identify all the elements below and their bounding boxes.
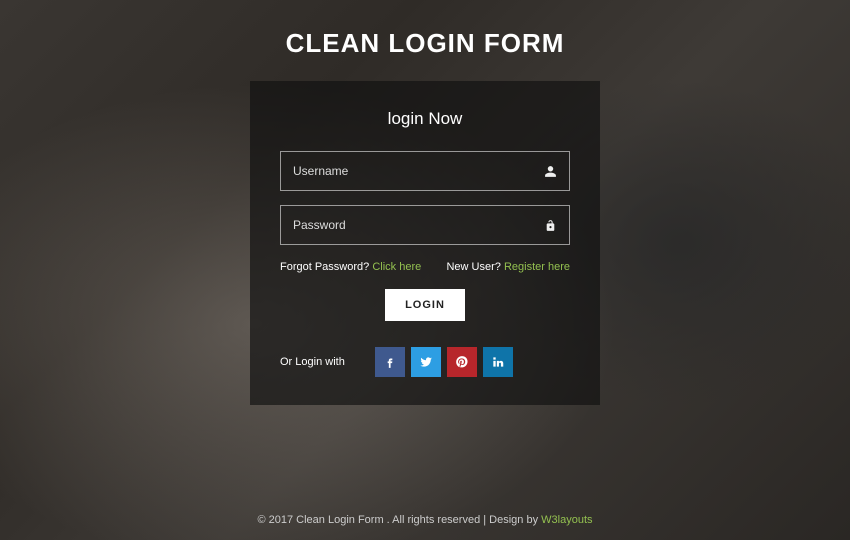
username-input[interactable] xyxy=(293,164,544,178)
user-icon xyxy=(544,165,557,178)
facebook-button[interactable] xyxy=(375,347,405,377)
twitter-icon xyxy=(419,355,433,369)
forgot-password-link[interactable]: Click here xyxy=(372,261,421,273)
social-label: Or Login with xyxy=(280,356,345,368)
username-field-wrapper xyxy=(280,151,570,191)
forgot-password-text: Forgot Password? Click here xyxy=(280,261,421,273)
register-link[interactable]: Register here xyxy=(504,261,570,273)
footer: © 2017 Clean Login Form . All rights res… xyxy=(0,514,850,526)
footer-text: © 2017 Clean Login Form . All rights res… xyxy=(257,514,541,526)
password-field-wrapper xyxy=(280,205,570,245)
social-icons xyxy=(375,347,513,377)
twitter-button[interactable] xyxy=(411,347,441,377)
login-panel: login Now Forgot Password? Click here Ne… xyxy=(250,81,600,405)
footer-link[interactable]: W3layouts xyxy=(541,514,592,526)
new-user-text: New User? Register here xyxy=(446,261,570,273)
pinterest-icon xyxy=(455,355,469,369)
social-row: Or Login with xyxy=(280,347,570,377)
linkedin-button[interactable] xyxy=(483,347,513,377)
panel-heading: login Now xyxy=(388,109,463,129)
pinterest-button[interactable] xyxy=(447,347,477,377)
links-row: Forgot Password? Click here New User? Re… xyxy=(280,261,570,273)
login-button[interactable]: LOGIN xyxy=(385,289,465,321)
password-input[interactable] xyxy=(293,218,544,232)
unlock-icon xyxy=(544,219,557,232)
linkedin-icon xyxy=(491,355,505,369)
page-title: CLEAN LOGIN FORM xyxy=(286,28,565,59)
forgot-label: Forgot Password? xyxy=(280,261,369,273)
newuser-label: New User? xyxy=(446,261,500,273)
facebook-icon xyxy=(383,355,397,369)
